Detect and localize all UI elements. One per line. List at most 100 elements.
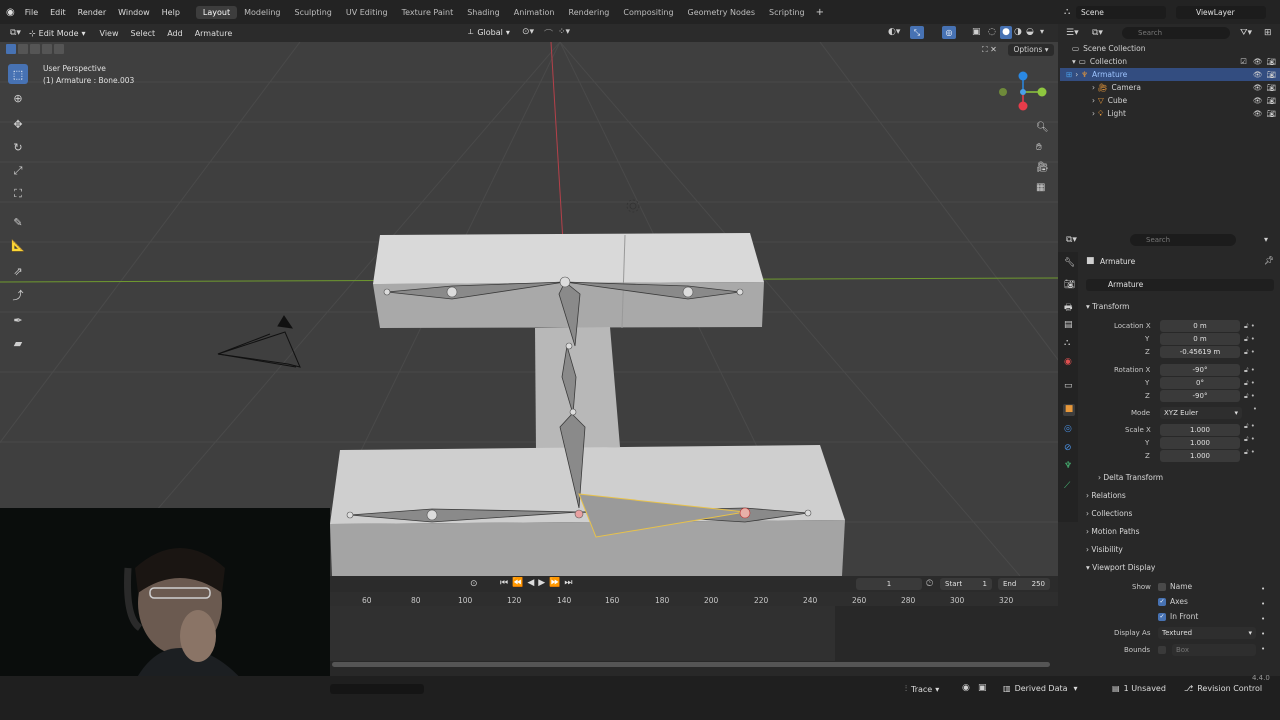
mode-dropdown[interactable]: ⊹ Edit Mode ▾ (29, 29, 86, 38)
zoom-icon[interactable]: 🔍︎ (1036, 122, 1049, 133)
image-status-icon[interactable]: ▣ (978, 683, 987, 693)
shading-wireframe-icon[interactable]: ◌ (988, 27, 996, 37)
gizmo-toggle-icon[interactable]: ⤡ (910, 26, 924, 39)
options-dropdown[interactable]: Options ▾ (1008, 44, 1054, 56)
lock-icon[interactable]: 🔓︎ • (1244, 377, 1257, 390)
bone-envelope-tool-icon[interactable]: ✒ (8, 310, 28, 330)
bounds-dropdown[interactable]: Box (1172, 644, 1256, 656)
keyframe-dot-icon[interactable]: • (1261, 612, 1265, 627)
pin-icon[interactable]: 📌︎ (1264, 256, 1274, 265)
menu-window[interactable]: Window (112, 8, 156, 17)
scene-selector[interactable]: Scene (1076, 6, 1166, 19)
outliner-collection[interactable]: ▾ ▭ Collection ☑ 👁︎ 📷︎ (1060, 55, 1280, 68)
menu-render[interactable]: Render (72, 8, 112, 17)
timeline[interactable]: ⊙ ⏮ ⏪ ◀ ▶ ⏩ ⏭ 1 🕑︎ Start 1 End 250 (330, 576, 1058, 676)
move-tool-icon[interactable]: ✥ (8, 114, 28, 134)
annotate-tool-icon[interactable]: ✎ (8, 212, 28, 232)
scale-y-field[interactable]: 1.000 (1160, 437, 1240, 449)
display-as-dropdown[interactable]: Textured ▾ (1158, 627, 1256, 639)
unsaved-indicator[interactable]: ▤ 1 Unsaved (1112, 684, 1166, 693)
end-frame-field[interactable]: End 250 (998, 578, 1050, 590)
tab-layout[interactable]: Layout (195, 5, 238, 19)
tab-animation[interactable]: Animation (507, 6, 562, 19)
show-axes-checkbox[interactable]: ✓ Axes (1158, 597, 1188, 606)
tab-scripting[interactable]: Scripting (762, 6, 812, 19)
tool-tab-icon[interactable]: 🔧︎ (1064, 258, 1075, 268)
pivot-icon[interactable]: ⊙▾ (522, 27, 534, 37)
bone-tab-icon[interactable]: ⟋ (1064, 481, 1070, 491)
keyframe-dot-icon[interactable]: • (1261, 582, 1265, 597)
keyframe-dot-icon[interactable]: • (1244, 403, 1257, 416)
show-in-front-checkbox[interactable]: ✓ In Front (1158, 612, 1198, 621)
camera-render-icon[interactable]: 📷︎ (1266, 83, 1276, 92)
select-extend-icon[interactable] (18, 44, 28, 54)
outliner-item-camera[interactable]: › 🎥︎ Camera 👁︎ 📷︎ (1060, 81, 1280, 94)
play-icon[interactable]: ▶ (538, 578, 545, 588)
object-name-field[interactable]: Armature (1086, 279, 1274, 291)
vp-menu-select[interactable]: Select (125, 29, 162, 38)
shading-options-icon[interactable]: ▾ (1040, 27, 1044, 36)
orientation-dropdown[interactable]: ⟂ Global ▾ (468, 27, 510, 37)
camera-view-icon[interactable]: 🎥︎ (1036, 162, 1049, 173)
collection-tab-icon[interactable]: ▭ (1064, 381, 1073, 391)
constraint-tab-icon[interactable]: ⊘ (1064, 443, 1072, 453)
extrude-tool-icon[interactable]: ⇗ (8, 261, 28, 281)
delta-transform-header[interactable]: › Delta Transform (1098, 473, 1163, 482)
bone-size-tool-icon[interactable]: ⤴ (8, 285, 28, 305)
filter-icon[interactable]: ⛛▾ (1240, 28, 1252, 38)
rotate-tool-icon[interactable]: ↻ (8, 137, 28, 157)
camera-render-icon[interactable]: 📷︎ (1266, 96, 1276, 105)
rotation-x-field[interactable]: -90° (1160, 364, 1240, 376)
world-tab-icon[interactable]: ◉ (1064, 357, 1072, 367)
modifier-tab-icon[interactable]: ◎ (1064, 424, 1072, 434)
eye-icon[interactable]: 👁︎ (1253, 57, 1263, 66)
tab-texture-paint[interactable]: Texture Paint (395, 6, 461, 19)
grid-view-icon[interactable]: ▦ (1036, 182, 1045, 193)
start-frame-field[interactable]: Start 1 (940, 578, 992, 590)
shading-solid-icon[interactable]: ● (1000, 26, 1012, 39)
keyframe-dot-icon[interactable]: • (1261, 642, 1265, 657)
location-y-field[interactable]: 0 m (1160, 333, 1240, 345)
overlay-status-icon[interactable]: ◉ (962, 683, 970, 693)
lock-icon[interactable]: 🔓︎ • (1244, 446, 1257, 459)
scene-tab-icon[interactable]: ⛬ (1064, 338, 1070, 348)
scale-z-field[interactable]: 1.000 (1160, 450, 1240, 462)
visibility-icon[interactable]: ◐▾ (888, 27, 900, 37)
tab-shading[interactable]: Shading (460, 6, 507, 19)
location-z-field[interactable]: -0.45619 m (1160, 346, 1240, 358)
rotation-mode-dropdown[interactable]: XYZ Euler ▾ (1160, 407, 1242, 419)
select-new-icon[interactable] (6, 44, 16, 54)
eye-icon[interactable]: 👁︎ (1253, 83, 1263, 92)
navigation-gizmo[interactable] (996, 68, 1052, 116)
outliner-search[interactable]: Search (1122, 27, 1230, 39)
clock-icon[interactable]: 🕑︎ (926, 579, 933, 589)
overlay-extra-icon[interactable]: ⛶ ✕ (982, 45, 997, 55)
lock-icon[interactable]: 🔓︎ • (1244, 364, 1257, 377)
outliner-editor-icon[interactable]: ☰▾ (1066, 28, 1079, 38)
trace-selector[interactable]: ⫶ Trace ▾ (905, 684, 939, 694)
xray-icon[interactable]: ▣ (972, 27, 981, 37)
3d-viewport[interactable]: User Perspective (1) Armature : Bone.003… (0, 42, 1058, 576)
pan-hand-icon[interactable]: ✋︎ (1036, 142, 1042, 153)
menu-help[interactable]: Help (156, 8, 186, 17)
menu-file[interactable]: File (19, 8, 44, 17)
bounds-checkbox-icon[interactable] (1158, 646, 1166, 654)
editor-type-icon[interactable]: ⧉▾ (10, 28, 21, 38)
select-intersect-icon[interactable] (54, 44, 64, 54)
location-x-field[interactable]: 0 m (1160, 320, 1240, 332)
scene-icon[interactable]: ⛬ (1064, 7, 1070, 17)
eye-icon[interactable]: 👁︎ (1253, 96, 1263, 105)
measure-tool-icon[interactable]: 📐 (8, 235, 28, 255)
data-tab-icon[interactable]: ♆ (1064, 461, 1072, 471)
shading-rendered-icon[interactable]: ◒ (1026, 27, 1034, 37)
output-tab-icon[interactable]: 🖶︎ (1064, 300, 1073, 316)
select-subtract-icon[interactable] (30, 44, 40, 54)
outliner-filter-mode-icon[interactable]: ⧉▾ (1092, 28, 1103, 38)
revision-control-button[interactable]: ⎇ Revision Control (1184, 684, 1262, 693)
timeline-scrollbar[interactable] (332, 662, 1050, 667)
add-workspace-icon[interactable]: + (816, 7, 824, 18)
scale-tool-icon[interactable]: ⤢ (8, 161, 28, 181)
outliner-scene-collection[interactable]: ▭ Scene Collection (1060, 42, 1280, 55)
motion-paths-panel-header[interactable]: › Motion Paths (1086, 527, 1140, 536)
camera-render-icon[interactable]: 📷︎ (1266, 70, 1276, 79)
